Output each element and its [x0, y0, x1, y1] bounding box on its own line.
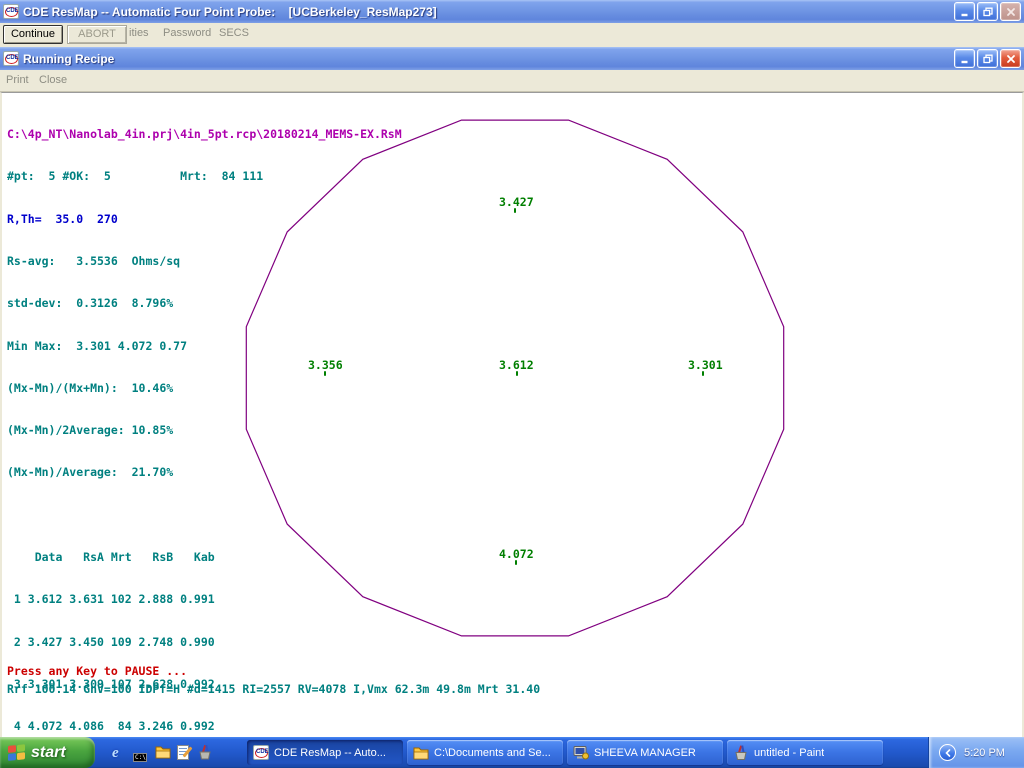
wafer-point-center-value: 3.612	[499, 358, 534, 372]
table-row: 1 3.612 3.631 102 2.888 0.991	[7, 592, 402, 606]
recipe-window-controls	[954, 49, 1021, 68]
pause-message: Press any Key to PAUSE ...	[7, 664, 187, 678]
wafer-point-top-value: 3.427	[499, 195, 534, 209]
cde-app-icon-text: CDE	[6, 8, 19, 14]
restore-button[interactable]	[977, 2, 998, 21]
recipe-menubar: Print Close	[0, 70, 1024, 92]
computer-icon	[573, 745, 589, 761]
cde-app-icon: CDE	[253, 745, 269, 760]
recipe-window-icon-text: CDE	[6, 55, 19, 61]
stat-line-points: #pt: 5 #OK: 5 Mrt: 84 111	[7, 169, 402, 183]
restore-icon	[983, 54, 993, 64]
menu-item-close[interactable]: Close	[39, 74, 67, 86]
wafer-point-left-marker	[324, 371, 326, 376]
recipe-minimize-button[interactable]	[954, 49, 975, 68]
stat-line-mx-mn-avg: (Mx-Mn)/Average: 21.70%	[7, 465, 402, 479]
recipe-close-button[interactable]	[1000, 49, 1021, 68]
chevron-left-icon	[944, 749, 952, 757]
table-row: 2 3.427 3.450 109 2.748 0.990	[7, 635, 402, 649]
desktop: CDE CDE ResMap -- Automatic Four Point P…	[0, 0, 1024, 768]
start-button-label: start	[31, 744, 66, 762]
wafer-point-center-marker	[516, 371, 518, 376]
taskbar-item-paint[interactable]: untitled - Paint	[727, 740, 883, 765]
taskbar: start e C:\ CDE CDE ResMap -- Auto...	[0, 737, 1024, 768]
paint-icon	[733, 745, 749, 761]
stat-line-rs-avg: Rs-avg: 3.5536 Ohms/sq	[7, 254, 402, 268]
menu-item-utilities[interactable]: ities	[129, 27, 149, 39]
wafer-point-bottom-value: 4.072	[499, 547, 534, 561]
command-prompt-icon[interactable]: C:\	[133, 746, 150, 763]
recipe-window-icon: CDE	[3, 51, 19, 66]
taskbar-item-label: untitled - Paint	[754, 747, 824, 759]
main-window-titlebar[interactable]: CDE CDE ResMap -- Automatic Four Point P…	[0, 0, 1024, 23]
folder-icon	[413, 745, 429, 761]
wafer-point-bottom-marker	[515, 560, 517, 565]
stat-line-mx-mn-2avg: (Mx-Mn)/2Average: 10.85%	[7, 423, 402, 437]
probe-status-line: Rrf 100.14 GnV=100 IDPf=H #d=1415 RI=255…	[7, 682, 540, 696]
taskbar-item-sheeva-manager[interactable]: SHEEVA MANAGER	[567, 740, 723, 765]
close-icon	[1006, 7, 1016, 17]
cde-app-icon: CDE	[3, 4, 19, 19]
stat-line-min-max: Min Max: 3.301 4.072 0.77	[7, 339, 402, 353]
taskbar-item-label: C:\Documents and Se...	[434, 747, 551, 759]
wafer-point-top-marker	[514, 208, 516, 213]
notepad-icon[interactable]	[176, 744, 193, 761]
close-button-disabled	[1000, 2, 1021, 21]
minimize-icon	[960, 54, 970, 64]
wafer-point-right-value: 3.301	[688, 358, 723, 372]
taskbar-clock[interactable]: 5:20 PM	[964, 747, 1005, 759]
stat-line-mx-mn-sum: (Mx-Mn)/(Mx+Mn): 10.46%	[7, 381, 402, 395]
recipe-window-title: Running Recipe	[23, 52, 954, 66]
windows-flag-icon	[8, 744, 26, 762]
main-window-controls	[954, 2, 1021, 21]
system-tray: 5:20 PM	[928, 737, 1024, 768]
abort-button: ABORT	[67, 25, 127, 44]
main-menubar: Continue ABORT ities Password SECS	[0, 23, 1024, 47]
wafer-point-left-value: 3.356	[308, 358, 343, 372]
menu-item-print[interactable]: Print	[6, 74, 29, 86]
menu-item-password[interactable]: Password	[163, 27, 211, 39]
close-icon	[1006, 54, 1016, 64]
wafer-point-right-marker	[702, 371, 704, 376]
data-table-header: Data RsA Mrt RsB Kab	[7, 550, 402, 564]
restore-icon	[983, 7, 993, 17]
table-row: 4 4.072 4.086 84 3.246 0.992	[7, 719, 402, 733]
main-window-title: CDE ResMap -- Automatic Four Point Probe…	[23, 5, 954, 19]
internet-explorer-icon[interactable]: e	[112, 744, 129, 761]
taskbar-item-explorer[interactable]: C:\Documents and Se...	[407, 740, 563, 765]
recipe-report-area: C:\4p_NT\Nanolab_4in.prj\4in_5pt.rcp\201…	[0, 92, 1024, 737]
recipe-window-titlebar[interactable]: CDE Running Recipe	[0, 47, 1024, 70]
tray-show-hidden-icons-button[interactable]	[939, 744, 956, 761]
taskbar-item-label: SHEEVA MANAGER	[594, 747, 696, 759]
blank-line	[7, 508, 402, 522]
command-prompt-icon-text: C:\	[133, 753, 147, 762]
taskbar-item-label: CDE ResMap -- Auto...	[274, 747, 386, 759]
paint-icon[interactable]	[197, 745, 214, 762]
start-button[interactable]: start	[0, 737, 95, 768]
folder-icon[interactable]	[155, 745, 172, 762]
minimize-icon	[960, 7, 970, 17]
recipe-restore-button[interactable]	[977, 49, 998, 68]
stat-line-rth: R,Th= 35.0 270	[7, 212, 402, 226]
stat-line-std-dev: std-dev: 0.3126 8.796%	[7, 296, 402, 310]
menu-item-secs[interactable]: SECS	[219, 27, 249, 39]
minimize-button[interactable]	[954, 2, 975, 21]
continue-button[interactable]: Continue	[3, 25, 63, 44]
recipe-file-path: C:\4p_NT\Nanolab_4in.prj\4in_5pt.rcp\201…	[7, 127, 402, 141]
taskbar-item-cde-resmap[interactable]: CDE CDE ResMap -- Auto...	[247, 740, 403, 765]
